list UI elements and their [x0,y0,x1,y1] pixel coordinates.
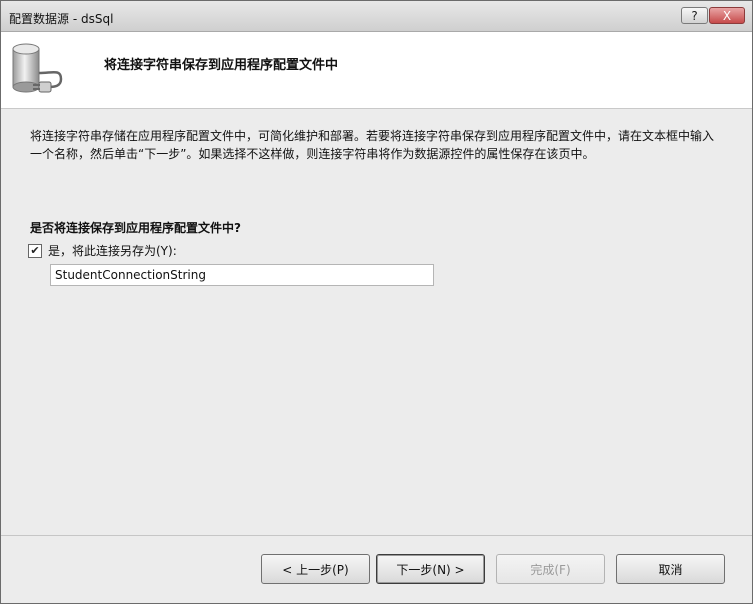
save-connection-checkbox[interactable]: ✔ [28,243,42,258]
title-bar[interactable]: 配置数据源 - dsSql ? X [1,1,752,32]
database-plug-icon [12,43,63,93]
wizard-header: 将连接字符串保存到应用程序配置文件中 [1,32,752,109]
description-text: 将连接字符串存储在应用程序配置文件中，可简化维护和部署。若要将连接字符串保存到应… [30,129,715,161]
connection-name-input[interactable] [50,264,434,286]
footer-divider [1,535,752,536]
previous-button[interactable]: < 上一步(P) [261,554,370,584]
save-connection-label: 是，将此连接另存为(Y): [48,244,177,258]
finish-button[interactable]: 完成(F) [496,554,605,584]
cancel-button[interactable]: 取消 [616,554,725,584]
save-question-label: 是否将连接保存到应用程序配置文件中? [30,221,241,235]
next-button[interactable]: 下一步(N) > [376,554,485,584]
save-connection-option[interactable]: ✔ 是，将此连接另存为(Y): [28,242,177,259]
page-title: 将连接字符串保存到应用程序配置文件中 [104,58,339,73]
wizard-content: 将连接字符串存储在应用程序配置文件中，可简化维护和部署。若要将连接字符串保存到应… [1,109,752,535]
configure-datasource-window: 配置数据源 - dsSql ? X 将连接字符串保存到应用程序配置文件中 将连接… [0,0,753,604]
close-button[interactable]: X [709,7,745,24]
window-title: 配置数据源 - dsSql [9,12,114,26]
help-button[interactable]: ? [681,7,708,24]
